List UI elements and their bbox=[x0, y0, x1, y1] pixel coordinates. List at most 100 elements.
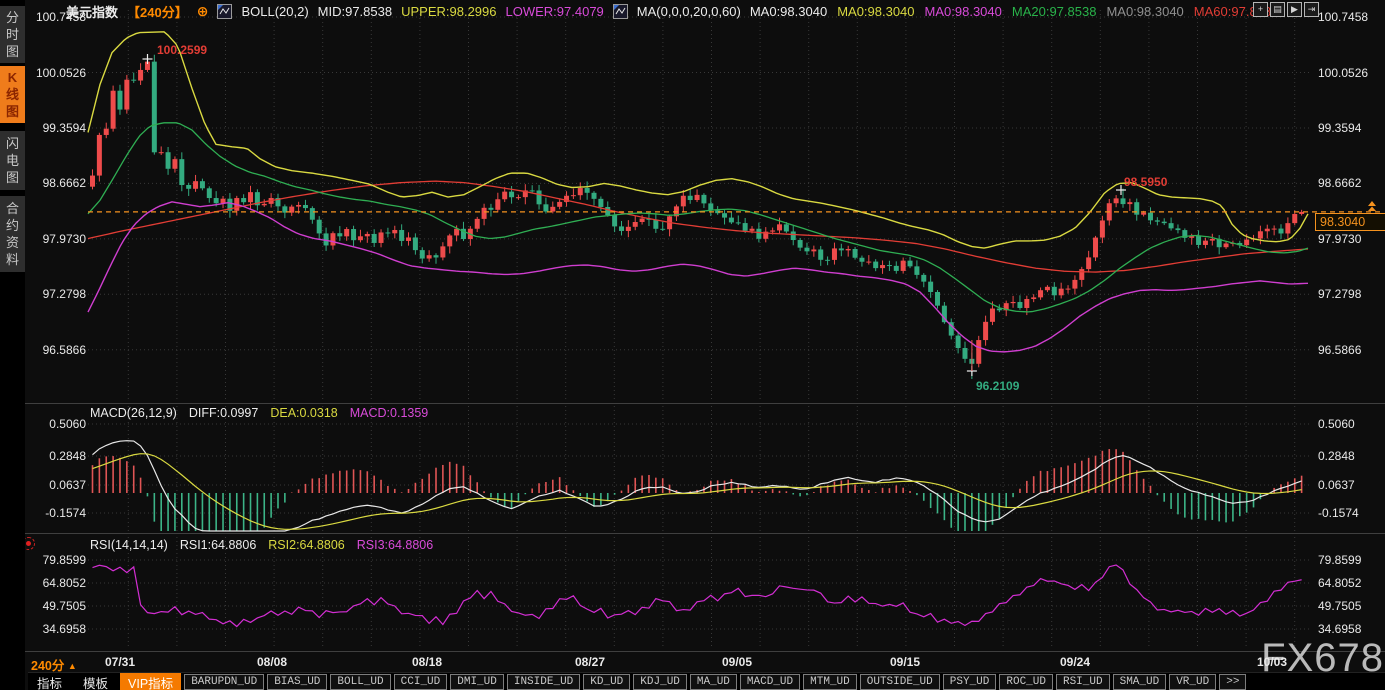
price-axis-left-5: 97.9730 bbox=[30, 232, 86, 246]
ma-settings-icon[interactable] bbox=[613, 4, 628, 19]
toolbar-button-ma-ud[interactable]: MA_UD bbox=[690, 674, 737, 690]
price-axis-right-4: 98.6662 bbox=[1318, 176, 1361, 190]
boll-upper: UPPER:98.2996 bbox=[401, 4, 496, 19]
price-axis-right-1: 100.7458 bbox=[1318, 10, 1368, 24]
sidebar-tab-char: K bbox=[8, 69, 17, 86]
price-axis-right-2: 100.0526 bbox=[1318, 66, 1368, 80]
sidebar-tab-char: 料 bbox=[6, 251, 19, 268]
date-tick-2: 08/08 bbox=[244, 655, 300, 669]
period-settings-icon[interactable]: ⊕ bbox=[197, 3, 209, 20]
high-annotation: 100.2599 bbox=[157, 43, 207, 57]
rsi-axis-right-3: 49.7505 bbox=[1318, 599, 1361, 613]
toolbar-button-boll-ud[interactable]: BOLL_UD bbox=[330, 674, 390, 690]
sidebar: 分时图K线图闪电图合约资料 bbox=[0, 0, 25, 690]
ma-name: MA(0,0,0,20,0,60) bbox=[637, 4, 741, 19]
macd-axis-right-2: 0.2848 bbox=[1318, 449, 1355, 463]
macd-header: MACD(26,12,9) DIFF:0.0997 DEA:0.0318 MAC… bbox=[90, 406, 428, 420]
toolbar-button-barupdn-ud[interactable]: BARUPDN_UD bbox=[184, 674, 264, 690]
price-axis-left-2: 100.0526 bbox=[30, 66, 86, 80]
macd-hist-value: MACD:0.1359 bbox=[350, 406, 429, 420]
sidebar-tab-char: 图 bbox=[6, 169, 19, 186]
ma-value-1: MA0:98.3040 bbox=[750, 4, 827, 19]
date-tick-5: 09/05 bbox=[709, 655, 765, 669]
rsi-axis-right-4: 34.6958 bbox=[1318, 622, 1361, 636]
macd-axis-right-4: -0.1574 bbox=[1318, 506, 1359, 520]
rsi3-value: RSI3:64.8806 bbox=[357, 538, 433, 552]
indicator-toolbar: 指标模板VIP指标BARUPDN_UDBIAS_UDBOLL_UDCCI_UDD… bbox=[28, 672, 1385, 690]
macd-axis-right-1: 0.5060 bbox=[1318, 417, 1355, 431]
window-tool-icon-1[interactable]: + bbox=[1253, 2, 1268, 17]
price-axis-right-5: 97.9730 bbox=[1318, 232, 1361, 246]
rsi-title: RSI(14,14,14) bbox=[90, 538, 168, 552]
toolbar-button-rsi-ud[interactable]: RSI_UD bbox=[1056, 674, 1110, 690]
window-tools: +▤▶⇥ bbox=[1253, 2, 1319, 17]
app-window: { "sidebar": {"tabs": [ {"label": "分时图",… bbox=[0, 0, 1385, 690]
toolbar-button-vr-ud[interactable]: VR_UD bbox=[1169, 674, 1216, 690]
price-axis-right-7: 96.5866 bbox=[1318, 343, 1361, 357]
rsi-header: RSI(14,14,14) RSI1:64.8806 RSI2:64.8806 … bbox=[90, 538, 433, 552]
toolbar-more-button[interactable]: >> bbox=[1219, 674, 1246, 690]
period-selector-label: 240分 bbox=[31, 659, 64, 673]
price-axis-left-4: 98.6662 bbox=[30, 176, 86, 190]
toolbar-button--[interactable]: 模板 bbox=[74, 673, 117, 690]
toolbar-button-bias-ud[interactable]: BIAS_UD bbox=[267, 674, 327, 690]
sidebar-tab-2[interactable]: K线图 bbox=[0, 66, 25, 123]
rsi-axis-left-2: 64.8052 bbox=[30, 576, 86, 590]
sidebar-tab-char: 线 bbox=[6, 86, 19, 103]
symbol-title: 美元指数 bbox=[66, 2, 118, 21]
sidebar-tab-char: 合 bbox=[6, 200, 19, 217]
toolbar-button-dmi-ud[interactable]: DMI_UD bbox=[450, 674, 504, 690]
toolbar-button-vip-[interactable]: VIP指标 bbox=[120, 672, 181, 690]
macd-axis-right-3: 0.0637 bbox=[1318, 478, 1355, 492]
price-axis-left-3: 99.3594 bbox=[30, 121, 86, 135]
toolbar-button-inside-ud[interactable]: INSIDE_UD bbox=[507, 674, 580, 690]
toolbar-button-outside-ud[interactable]: OUTSIDE_UD bbox=[860, 674, 940, 690]
ma-value-4: MA20:97.8538 bbox=[1012, 4, 1097, 19]
sidebar-tab-char: 资 bbox=[6, 234, 19, 251]
date-tick-8: 10/03 bbox=[1244, 655, 1300, 669]
window-tool-icon-2[interactable]: ▤ bbox=[1270, 2, 1285, 17]
toolbar-button-macd-ud[interactable]: MACD_UD bbox=[740, 674, 800, 690]
sidebar-tab-1[interactable]: 分时图 bbox=[0, 6, 25, 63]
macd-axis-left-3: 0.0637 bbox=[30, 478, 86, 492]
price-axis-right-6: 97.2798 bbox=[1318, 287, 1361, 301]
toolbar-button-roc-ud[interactable]: ROC_UD bbox=[999, 674, 1053, 690]
swing-high-annotation: 98.5950 bbox=[1124, 175, 1167, 189]
sidebar-tab-3[interactable]: 闪电图 bbox=[0, 131, 25, 190]
rsi-axis-left-3: 49.7505 bbox=[30, 599, 86, 613]
sidebar-tab-char: 约 bbox=[6, 217, 19, 234]
boll-settings-icon[interactable] bbox=[217, 4, 232, 19]
macd-diff-value: DIFF:0.0997 bbox=[189, 406, 258, 420]
toolbar-button-mtm-ud[interactable]: MTM_UD bbox=[803, 674, 857, 690]
period-badge: 【240分】 bbox=[127, 2, 188, 21]
sidebar-tab-char: 分 bbox=[6, 9, 19, 26]
low-annotation: 96.2109 bbox=[976, 379, 1019, 393]
toolbar-button--[interactable]: 指标 bbox=[28, 673, 71, 690]
sidebar-tab-char: 图 bbox=[6, 43, 19, 60]
rsi-axis-left-1: 79.8599 bbox=[30, 553, 86, 567]
macd-axis-left-1: 0.5060 bbox=[30, 417, 86, 431]
toolbar-button-psy-ud[interactable]: PSY_UD bbox=[943, 674, 997, 690]
sidebar-tab-char: 闪 bbox=[6, 135, 19, 152]
last-price-tag: 98.3040 bbox=[1315, 213, 1385, 231]
rsi2-value: RSI2:64.8806 bbox=[268, 538, 344, 552]
rsi-axis-right-1: 79.8599 bbox=[1318, 553, 1361, 567]
boll-name: BOLL(20,2) bbox=[241, 4, 308, 19]
price-axis-left-7: 96.5866 bbox=[30, 343, 86, 357]
window-tool-icon-3[interactable]: ▶ bbox=[1287, 2, 1302, 17]
macd-axis-left-2: 0.2848 bbox=[30, 449, 86, 463]
toolbar-button-cci-ud[interactable]: CCI_UD bbox=[394, 674, 448, 690]
toolbar-button-sma-ud[interactable]: SMA_UD bbox=[1113, 674, 1167, 690]
boll-mid: MID:97.8538 bbox=[318, 4, 392, 19]
window-tool-icon-4[interactable]: ⇥ bbox=[1304, 2, 1319, 17]
toolbar-button-kd-ud[interactable]: KD_UD bbox=[583, 674, 630, 690]
sidebar-tab-char: 电 bbox=[6, 152, 19, 169]
chart-canvas[interactable] bbox=[0, 0, 1385, 690]
sidebar-tab-4[interactable]: 合约资料 bbox=[0, 196, 25, 272]
ma-value-5: MA0:98.3040 bbox=[1106, 4, 1183, 19]
toolbar-button-kdj-ud[interactable]: KDJ_UD bbox=[633, 674, 687, 690]
date-tick-7: 09/24 bbox=[1047, 655, 1103, 669]
rsi-axis-left-4: 34.6958 bbox=[30, 622, 86, 636]
macd-title: MACD(26,12,9) bbox=[90, 406, 177, 420]
date-tick-3: 08/18 bbox=[399, 655, 455, 669]
